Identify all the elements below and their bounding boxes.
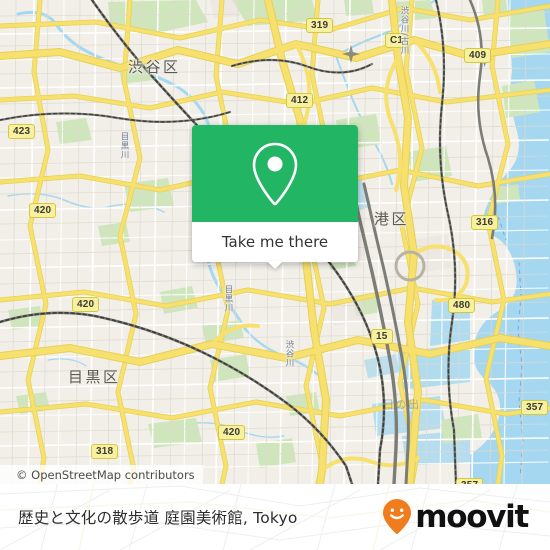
- route-shield[interactable]: 409: [464, 48, 492, 63]
- place-label-meguro: 目黒区: [68, 368, 121, 386]
- place-label-hinode: 日の出: [383, 398, 421, 411]
- moovit-logo[interactable]: moovit: [382, 498, 529, 536]
- route-shield[interactable]: 319: [306, 18, 334, 33]
- take-me-there-card[interactable]: Take me there: [192, 125, 358, 269]
- route-shield[interactable]: 420: [218, 425, 246, 440]
- card-header: [192, 125, 358, 222]
- map-pin-icon: [252, 142, 298, 205]
- river-label-meguro: 目黒川: [223, 285, 233, 312]
- route-shield[interactable]: 318: [91, 444, 119, 459]
- route-shield[interactable]: 412: [286, 93, 314, 108]
- place-label-shibuya: 渋谷区: [128, 58, 181, 76]
- take-me-there-button[interactable]: Take me there: [192, 222, 358, 262]
- map-canvas[interactable]: .w { fill:#a5d8f0; } .wl { fill:none; st…: [0, 0, 550, 484]
- route-shield[interactable]: 423: [8, 124, 36, 139]
- route-shield[interactable]: 420: [29, 203, 57, 218]
- page-footer: 歴史と文化の散歩道 庭園美術館, Tokyo moovit: [0, 484, 550, 550]
- route-shield[interactable]: 420: [72, 297, 100, 312]
- place-label-minato: 港区: [374, 210, 410, 228]
- moovit-wordmark: moovit: [415, 498, 529, 535]
- route-shield[interactable]: 357: [521, 400, 549, 415]
- river-label-meguro: 目黒川: [119, 132, 129, 159]
- moovit-smiley-pin-icon: [383, 499, 412, 534]
- river-label-shibuya: 渋谷川: [284, 340, 294, 367]
- moovit-station-page: .w { fill:#a5d8f0; } .wl { fill:none; st…: [0, 0, 550, 550]
- station-title: 歴史と文化の散歩道 庭園美術館, Tokyo: [18, 509, 298, 527]
- route-shield[interactable]: 480: [448, 298, 476, 313]
- river-label-shibuya: 渋谷川/古川: [399, 6, 409, 55]
- route-shield[interactable]: 316: [471, 215, 499, 230]
- card-pointer-tail: [267, 261, 283, 269]
- route-shield[interactable]: 15: [371, 329, 393, 344]
- map-attribution[interactable]: © OpenStreetMap contributors: [0, 465, 203, 484]
